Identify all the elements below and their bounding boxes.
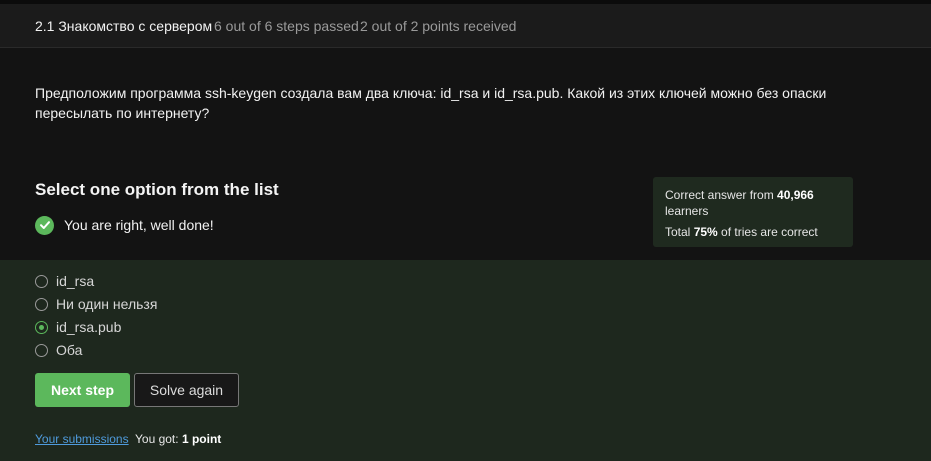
steps-progress: 6 out of 6 steps passed [214, 18, 359, 34]
learners-count: 40,966 [777, 188, 814, 202]
score-text: You got: 1 point [135, 432, 222, 446]
radio-button[interactable] [35, 343, 48, 357]
radio-button[interactable] [35, 297, 48, 311]
option-label: id_rsa [56, 273, 95, 289]
tries-correct-stat: Total 75% of tries are correct [665, 225, 818, 239]
score-value: 1 point [181, 432, 222, 446]
option-id-rsa-pub[interactable]: id_rsa.pub [35, 318, 121, 336]
result-text: You are right, well done! [64, 217, 214, 233]
lesson-header: 2.1 Знакомство с сервером 6 out of 6 ste… [0, 4, 931, 48]
option-label: id_rsa.pub [56, 319, 122, 335]
step-page: 2.1 Знакомство с сервером 6 out of 6 ste… [0, 0, 931, 461]
question-text: Предположим программа ssh-keygen создала… [35, 85, 827, 121]
points-progress: 2 out of 2 points received [360, 18, 517, 34]
radio-button-selected[interactable] [35, 320, 48, 334]
solve-again-button[interactable]: Solve again [134, 373, 239, 407]
correct-percent: 75% [693, 225, 718, 239]
quiz-title: Select one option from the list [35, 180, 279, 199]
next-step-button[interactable]: Next step [35, 373, 130, 407]
option-none[interactable]: Ни один нельзя [35, 295, 157, 313]
result-message: You are right, well done! [35, 215, 214, 235]
option-id-rsa[interactable]: id_rsa [35, 272, 94, 290]
option-label: Оба [56, 342, 83, 358]
lesson-title: 2.1 Знакомство с сервером [35, 18, 213, 34]
options-area [0, 260, 931, 461]
correct-answers-stat: Correct answer from 40,966 learners [665, 188, 814, 218]
check-circle-icon [35, 215, 54, 235]
your-submissions-link[interactable]: Your submissions [35, 432, 129, 446]
stats-panel: Correct answer from 40,966 learners Tota… [653, 177, 853, 247]
option-both[interactable]: Оба [35, 341, 82, 359]
option-label: Ни один нельзя [56, 296, 158, 312]
radio-button[interactable] [35, 274, 48, 288]
